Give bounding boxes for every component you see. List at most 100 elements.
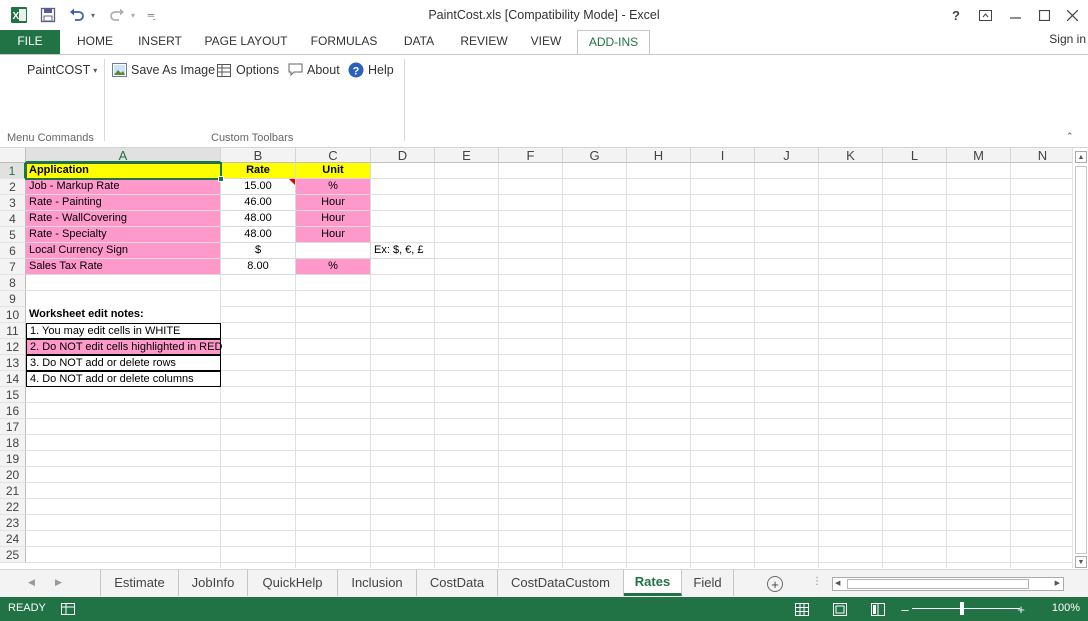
vertical-scroll-thumb[interactable] — [1075, 166, 1087, 554]
cell-c4[interactable]: Hour — [296, 211, 371, 227]
sheet-tab-field[interactable]: Field — [682, 570, 734, 596]
row-header-24[interactable]: 24 — [0, 531, 26, 547]
row-header-21[interactable]: 21 — [0, 483, 26, 499]
page-break-preview-icon[interactable] — [870, 601, 886, 617]
cell-a7[interactable]: Sales Tax Rate — [26, 259, 221, 275]
cell-c6[interactable] — [296, 243, 371, 259]
column-header-l[interactable]: L — [883, 148, 947, 163]
sheet-tab-jobinfo[interactable]: JobInfo — [179, 570, 248, 596]
scroll-right-icon[interactable]: ▶ — [1055, 579, 1060, 587]
horizontal-scroll-thumb[interactable] — [847, 579, 1029, 589]
cell-c7[interactable]: % — [296, 259, 371, 275]
sheet-tab-costdata[interactable]: CostData — [417, 570, 498, 596]
tab-view[interactable]: VIEW — [522, 30, 570, 54]
row-header-14[interactable]: 14 — [0, 371, 26, 387]
zoom-level[interactable]: 100% — [1052, 602, 1080, 614]
cell-c2[interactable]: % — [296, 179, 371, 195]
cell-a13[interactable]: 3. Do NOT add or delete rows — [26, 355, 221, 371]
cell-a4[interactable]: Rate - WallCovering — [26, 211, 221, 227]
column-header-c[interactable]: C — [296, 148, 371, 163]
row-header-3[interactable]: 3 — [0, 195, 26, 211]
comment-indicator[interactable] — [289, 179, 295, 185]
row-header-2[interactable]: 2 — [0, 179, 26, 195]
column-header-j[interactable]: J — [755, 148, 819, 163]
row-header-20[interactable]: 20 — [0, 467, 26, 483]
zoom-in-button[interactable]: + — [1015, 601, 1027, 617]
cell-a1[interactable]: Application — [26, 163, 221, 179]
tab-split-handle-icon[interactable]: ⋮ — [812, 576, 822, 587]
sheet-tab-inclusion[interactable]: Inclusion — [338, 570, 417, 596]
tab-file[interactable]: FILE — [0, 30, 60, 54]
ribbon-display-options-icon[interactable] — [971, 4, 999, 26]
options-button[interactable]: Options — [216, 61, 279, 79]
worksheet-grid[interactable]: A B C D E F G H I J K L M N 1 2 3 4 5 6 … — [0, 148, 1072, 568]
cell-a6[interactable]: Local Currency Sign — [26, 243, 221, 259]
help-button[interactable]: ? — [942, 4, 970, 26]
cell-a10[interactable]: Worksheet edit notes: — [26, 307, 221, 323]
row-header-8[interactable]: 8 — [0, 275, 26, 291]
row-header-11[interactable]: 11 — [0, 323, 26, 339]
column-header-m[interactable]: M — [947, 148, 1011, 163]
column-header-n[interactable]: N — [1011, 148, 1072, 163]
cell-b2[interactable]: 15.00 — [221, 179, 296, 195]
scroll-down-icon[interactable]: ▼ — [1075, 556, 1087, 568]
row-header-5[interactable]: 5 — [0, 227, 26, 243]
cell-b4[interactable]: 48.00 — [221, 211, 296, 227]
page-layout-view-icon[interactable] — [832, 601, 848, 617]
column-header-i[interactable]: I — [691, 148, 755, 163]
save-as-image-button[interactable]: Save As Image — [111, 61, 215, 79]
row-header-10[interactable]: 10 — [0, 307, 26, 323]
horizontal-scrollbar[interactable]: ◀ ▶ — [832, 577, 1064, 591]
row-header-4[interactable]: 4 — [0, 211, 26, 227]
tab-data[interactable]: DATA — [392, 30, 446, 54]
sheet-tab-estimate[interactable]: Estimate — [100, 570, 179, 596]
row-header-17[interactable]: 17 — [0, 419, 26, 435]
row-header-22[interactable]: 22 — [0, 499, 26, 515]
cell-a12[interactable]: 2. Do NOT edit cells highlighted in RED — [26, 339, 222, 355]
vertical-scrollbar[interactable]: ▲ ▼ — [1072, 148, 1088, 568]
cell-c3[interactable]: Hour — [296, 195, 371, 211]
row-header-13[interactable]: 13 — [0, 355, 26, 371]
cell-a11[interactable]: 1. You may edit cells in WHITE — [26, 323, 221, 339]
cell-d6[interactable]: Ex: $, €, £ — [371, 243, 435, 259]
column-header-a[interactable]: A — [26, 148, 221, 163]
scroll-up-icon[interactable]: ▲ — [1075, 151, 1087, 163]
tab-formulas[interactable]: FORMULAS — [303, 30, 385, 54]
scroll-left-icon[interactable]: ◀ — [835, 579, 840, 587]
normal-view-icon[interactable] — [794, 601, 810, 617]
sheet-nav-prev-icon[interactable]: ◀ — [28, 577, 35, 588]
cell-a2[interactable]: Job - Markup Rate — [26, 179, 221, 195]
help-ribbon-button[interactable]: ? Help — [348, 61, 394, 79]
row-header-15[interactable]: 15 — [0, 387, 26, 403]
zoom-slider[interactable] — [912, 608, 1020, 609]
sign-in-link[interactable]: Sign in — [1049, 32, 1086, 46]
row-header-9[interactable]: 9 — [0, 291, 26, 307]
cell-c1[interactable]: Unit — [296, 163, 371, 179]
cell-b3[interactable]: 46.00 — [221, 195, 296, 211]
tab-add-ins[interactable]: ADD-INS — [577, 30, 650, 55]
collapse-ribbon-icon[interactable]: ⌃ — [1066, 131, 1074, 142]
zoom-slider-knob[interactable] — [960, 602, 964, 615]
column-header-b[interactable]: B — [221, 148, 296, 163]
close-icon[interactable] — [1058, 4, 1086, 26]
cell-a3[interactable]: Rate - Painting — [26, 195, 221, 211]
column-header-k[interactable]: K — [819, 148, 883, 163]
about-button[interactable]: About — [287, 61, 340, 79]
row-header-12[interactable]: 12 — [0, 339, 26, 355]
row-header-1[interactable]: 1 — [0, 163, 26, 179]
sheet-nav-next-icon[interactable]: ▶ — [55, 577, 62, 588]
sheet-tab-quickhelp[interactable]: QuickHelp — [248, 570, 338, 596]
row-header-18[interactable]: 18 — [0, 435, 26, 451]
tab-review[interactable]: REVIEW — [453, 30, 515, 54]
row-header-16[interactable]: 16 — [0, 403, 26, 419]
column-header-e[interactable]: E — [435, 148, 499, 163]
cell-b6[interactable]: $ — [221, 243, 296, 259]
minimize-icon[interactable] — [1001, 4, 1029, 26]
macro-record-icon[interactable] — [60, 601, 76, 617]
sheet-tab-rates[interactable]: Rates — [624, 570, 682, 596]
tab-home[interactable]: HOME — [66, 30, 124, 54]
cell-b5[interactable]: 48.00 — [221, 227, 296, 243]
paintcost-menu-button[interactable]: PaintCOST ▾ — [27, 61, 97, 79]
column-header-f[interactable]: F — [499, 148, 563, 163]
select-all-corner[interactable] — [0, 148, 26, 163]
